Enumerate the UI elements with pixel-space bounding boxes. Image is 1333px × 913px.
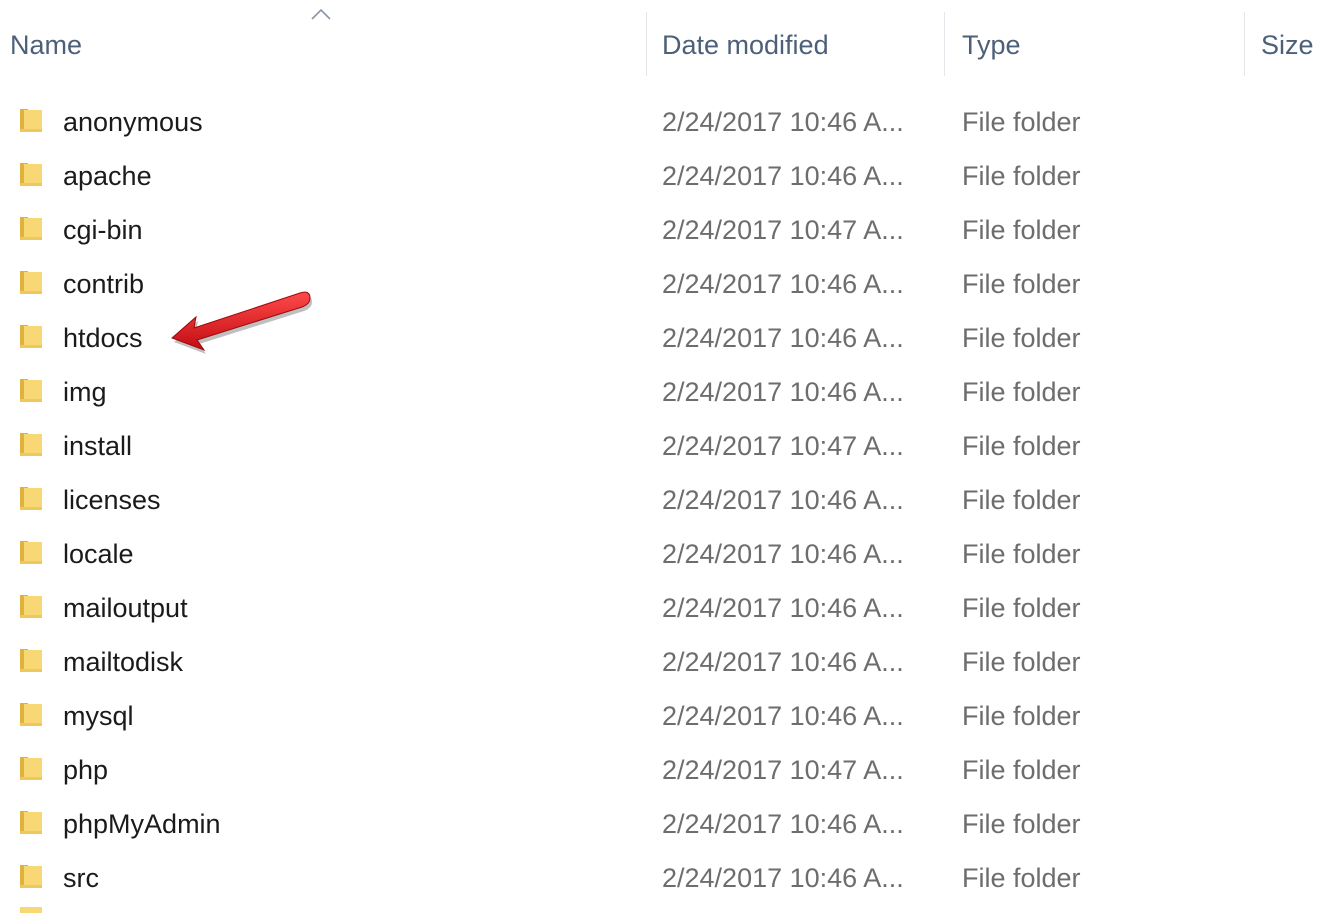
folder-icon — [20, 811, 42, 834]
folder-icon — [20, 379, 42, 402]
date-modified: 2/24/2017 10:47 A... — [662, 431, 904, 461]
file-type: File folder — [962, 377, 1081, 407]
folder-icon — [20, 325, 42, 348]
folder-icon — [20, 541, 42, 564]
folder-icon — [20, 109, 42, 132]
column-header-date-modified[interactable]: Date modified — [648, 0, 944, 80]
file-type: File folder — [962, 323, 1081, 353]
file-row-mailoutput[interactable]: mailoutput 2/24/2017 10:46 A... File folde… — [0, 581, 1333, 635]
column-header-type[interactable]: Type — [946, 0, 1244, 80]
file-name: img — [63, 377, 107, 407]
folder-icon — [20, 649, 42, 672]
file-name: licenses — [63, 485, 161, 515]
date-modified: 2/24/2017 10:47 A... — [662, 215, 904, 245]
file-type: File folder — [962, 161, 1081, 191]
date-modified: 2/24/2017 10:46 A... — [662, 593, 904, 623]
folder-icon — [20, 595, 42, 618]
file-type: File folder — [962, 701, 1081, 731]
folder-icon — [20, 487, 42, 510]
file-name: apache — [63, 161, 152, 191]
file-type: File folder — [962, 539, 1081, 569]
date-modified: 2/24/2017 10:46 A... — [662, 269, 904, 299]
folder-icon — [20, 271, 42, 294]
date-modified: 2/24/2017 10:46 A... — [662, 539, 904, 569]
folder-icon — [20, 217, 42, 240]
folder-icon — [20, 703, 42, 726]
file-list: anonymous 2/24/2017 10:46 A... File folder… — [0, 95, 1333, 905]
file-row-phpmyadmin[interactable]: phpMyAdmin 2/24/2017 10:46 A... File folde… — [0, 797, 1333, 851]
file-row-cgi-bin[interactable]: cgi-bin 2/24/2017 10:47 A... File folder — [0, 203, 1333, 257]
folder-icon — [20, 865, 42, 888]
date-modified: 2/24/2017 10:46 A... — [662, 161, 904, 191]
file-name: mailtodisk — [63, 647, 184, 677]
folder-icon — [20, 433, 42, 456]
date-modified: 2/24/2017 10:47 A... — [662, 755, 904, 785]
file-name: locale — [63, 539, 134, 569]
chevron-up-icon — [311, 8, 331, 20]
file-row-licenses[interactable]: licenses 2/24/2017 10:46 A... File folder — [0, 473, 1333, 527]
column-divider[interactable] — [944, 12, 945, 76]
date-modified: 2/24/2017 10:46 A... — [662, 647, 904, 677]
column-header-type-label: Type — [962, 30, 1021, 60]
file-name: install — [63, 431, 133, 461]
file-type: File folder — [962, 809, 1081, 839]
file-name: mailoutput — [63, 593, 188, 623]
date-modified: 2/24/2017 10:46 A... — [662, 323, 904, 353]
file-type: File folder — [962, 485, 1081, 515]
file-row-mailtodisk[interactable]: mailtodisk 2/24/2017 10:46 A... File folde… — [0, 635, 1333, 689]
file-name: htdocs — [63, 323, 143, 353]
date-modified: 2/24/2017 10:46 A... — [662, 107, 904, 137]
date-modified: 2/24/2017 10:46 A... — [662, 377, 904, 407]
file-name: src — [63, 863, 99, 893]
file-row-locale[interactable]: locale 2/24/2017 10:46 A... File folder — [0, 527, 1333, 581]
file-type: File folder — [962, 431, 1081, 461]
file-type: File folder — [962, 647, 1081, 677]
file-type: File folder — [962, 269, 1081, 299]
file-name: anonymous — [63, 107, 203, 137]
folder-icon — [20, 907, 42, 913]
file-row-contrib[interactable]: contrib 2/24/2017 10:46 A... File folder — [0, 257, 1333, 311]
folder-icon — [20, 757, 42, 780]
file-type: File folder — [962, 107, 1081, 137]
column-divider[interactable] — [646, 12, 647, 76]
file-row-mysql[interactable]: mysql 2/24/2017 10:46 A... File folder — [0, 689, 1333, 743]
column-header-size[interactable]: Size — [1246, 0, 1333, 80]
file-explorer-list-view: Name Date modified Type Size anonymous 2/… — [0, 0, 1333, 913]
column-header-name[interactable]: Name — [0, 0, 646, 80]
date-modified: 2/24/2017 10:46 A... — [662, 485, 904, 515]
file-row-php[interactable]: php 2/24/2017 10:47 A... File folder — [0, 743, 1333, 797]
column-divider[interactable] — [1244, 12, 1245, 76]
date-modified: 2/24/2017 10:46 A... — [662, 701, 904, 731]
file-type: File folder — [962, 863, 1081, 893]
column-header-size-label: Size — [1261, 30, 1314, 60]
column-header-name-label: Name — [10, 30, 83, 60]
file-type: File folder — [962, 593, 1081, 623]
file-row-img[interactable]: img 2/24/2017 10:46 A... File folder — [0, 365, 1333, 419]
file-name: cgi-bin — [63, 215, 143, 245]
column-header-date-label: Date modified — [662, 30, 829, 60]
date-modified: 2/24/2017 10:46 A... — [662, 863, 904, 893]
file-row-htdocs[interactable]: htdocs 2/24/2017 10:46 A... File folder — [0, 311, 1333, 365]
file-type: File folder — [962, 755, 1081, 785]
file-row-apache[interactable]: apache 2/24/2017 10:46 A... File folder — [0, 149, 1333, 203]
file-row-src[interactable]: src 2/24/2017 10:46 A... File folder — [0, 851, 1333, 905]
file-name: php — [63, 755, 109, 785]
folder-icon — [20, 163, 42, 186]
file-row-install[interactable]: install 2/24/2017 10:47 A... File folder — [0, 419, 1333, 473]
date-modified: 2/24/2017 10:46 A... — [662, 809, 904, 839]
file-row-anonymous[interactable]: anonymous 2/24/2017 10:46 A... File folder — [0, 95, 1333, 149]
file-type: File folder — [962, 215, 1081, 245]
file-name: mysql — [63, 701, 134, 731]
column-header-bar: Name Date modified Type Size — [0, 0, 1333, 80]
file-name: phpMyAdmin — [63, 809, 221, 839]
file-name: contrib — [63, 269, 145, 299]
